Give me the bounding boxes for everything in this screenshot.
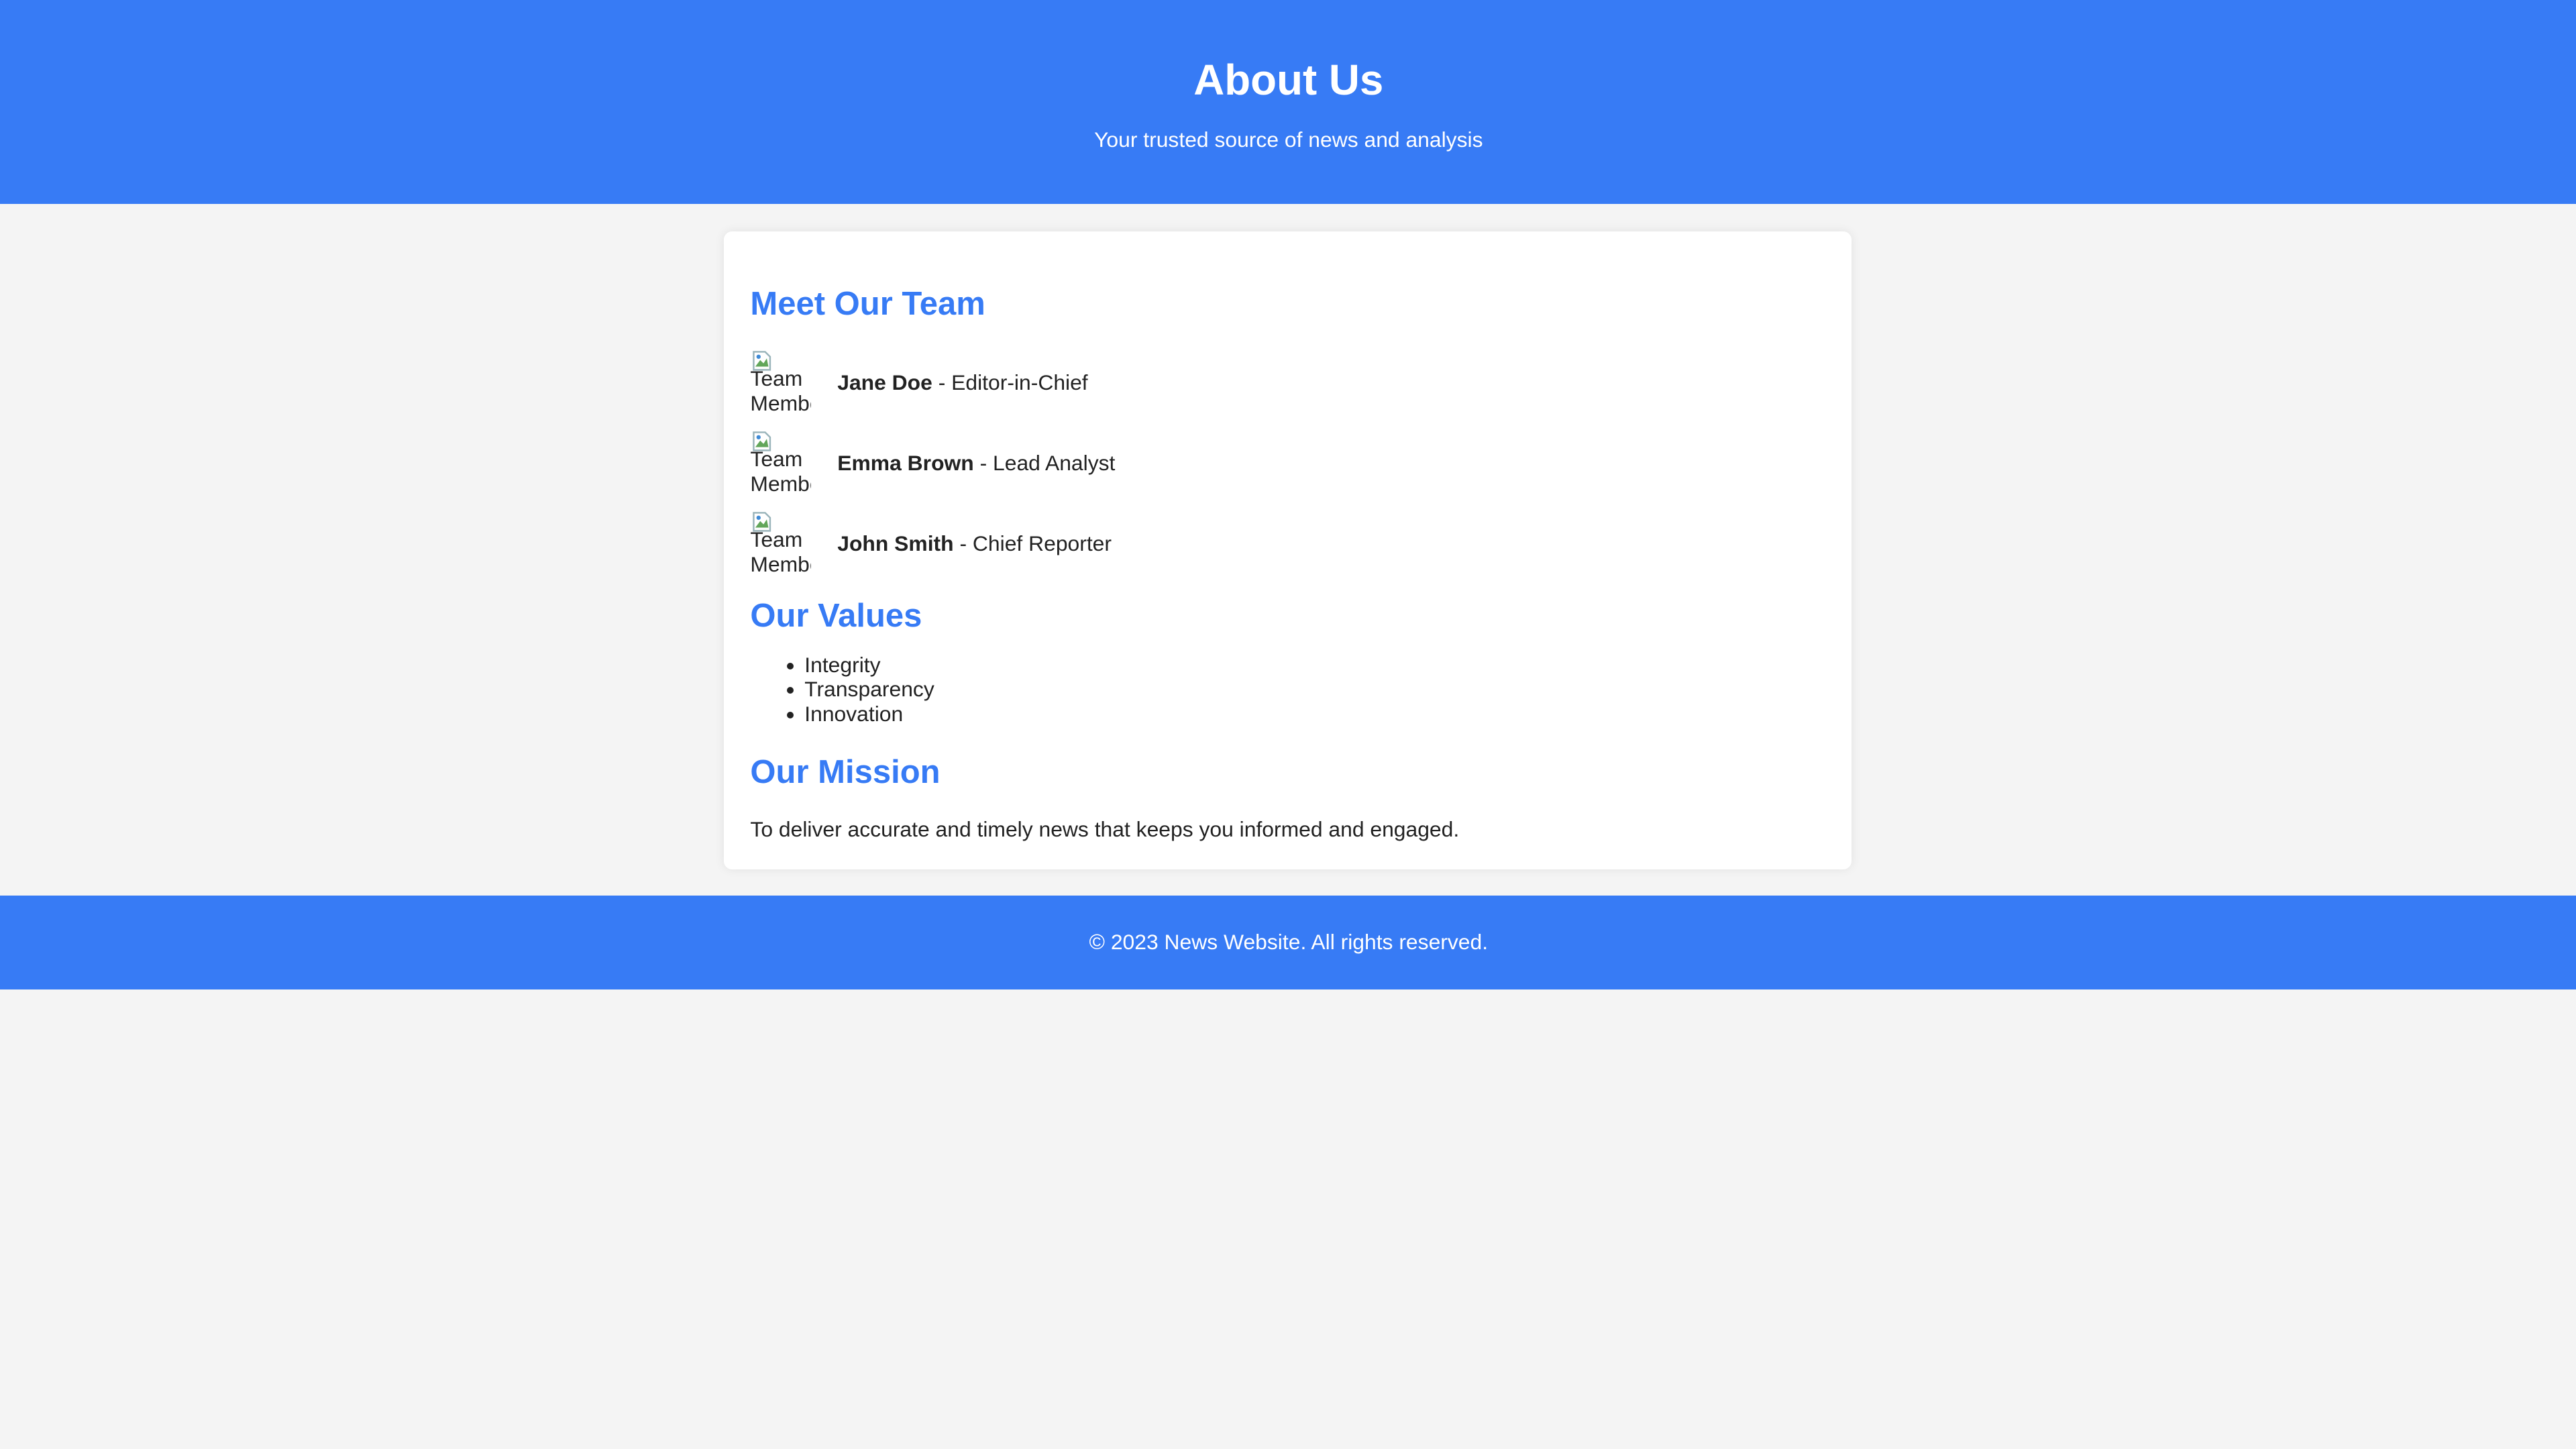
team-member: Team Member John Smith - Chief Reporter: [750, 511, 1825, 577]
avatar: Team Member: [750, 431, 811, 496]
mission-section-title: Our Mission: [750, 754, 941, 791]
about-card: Meet Our Team Team Member Jane Doe - Edi…: [724, 231, 1851, 869]
member-role: - Lead Analyst: [973, 451, 1116, 476]
site-header: About Us Your trusted source of news and…: [0, 0, 2576, 204]
member-name: Jane Doe: [837, 370, 932, 395]
values-section-title: Our Values: [750, 598, 922, 635]
avatar-alt-text: Team Member: [750, 527, 811, 577]
member-info: Emma Brown - Lead Analyst: [837, 451, 1115, 476]
member-name: Emma Brown: [837, 451, 974, 476]
member-role: - Editor-in-Chief: [932, 370, 1088, 395]
member-role: - Chief Reporter: [953, 531, 1112, 556]
page-title: About Us: [1193, 56, 1384, 104]
member-info: John Smith - Chief Reporter: [837, 531, 1112, 556]
mission-text: To deliver accurate and timely news that…: [750, 816, 1460, 841]
avatar-alt-text: Team Member: [750, 447, 811, 496]
avatar-alt-text: Team Member: [750, 366, 811, 416]
avatar: Team Member: [750, 511, 811, 577]
list-item: Transparency: [804, 677, 1825, 702]
team-section-title: Meet Our Team: [750, 285, 985, 322]
team-member: Team Member Emma Brown - Lead Analyst: [750, 431, 1825, 496]
list-item: Innovation: [804, 702, 1825, 727]
page-subtitle: Your trusted source of news and analysis: [1094, 127, 1483, 152]
avatar: Team Member: [750, 350, 811, 416]
site-footer: © 2023 News Website. All rights reserved…: [0, 896, 2576, 989]
page: About Us Your trusted source of news and…: [0, 0, 2576, 989]
values-list: Integrity Transparency Innovation: [750, 653, 1825, 727]
member-name: John Smith: [837, 531, 954, 556]
team-member: Team Member Jane Doe - Editor-in-Chief: [750, 350, 1825, 416]
copyright-text: © 2023 News Website. All rights reserved…: [1089, 930, 1489, 955]
list-item: Integrity: [804, 653, 1825, 678]
team-list: Team Member Jane Doe - Editor-in-Chief T…: [750, 350, 1825, 577]
member-info: Jane Doe - Editor-in-Chief: [837, 370, 1087, 395]
